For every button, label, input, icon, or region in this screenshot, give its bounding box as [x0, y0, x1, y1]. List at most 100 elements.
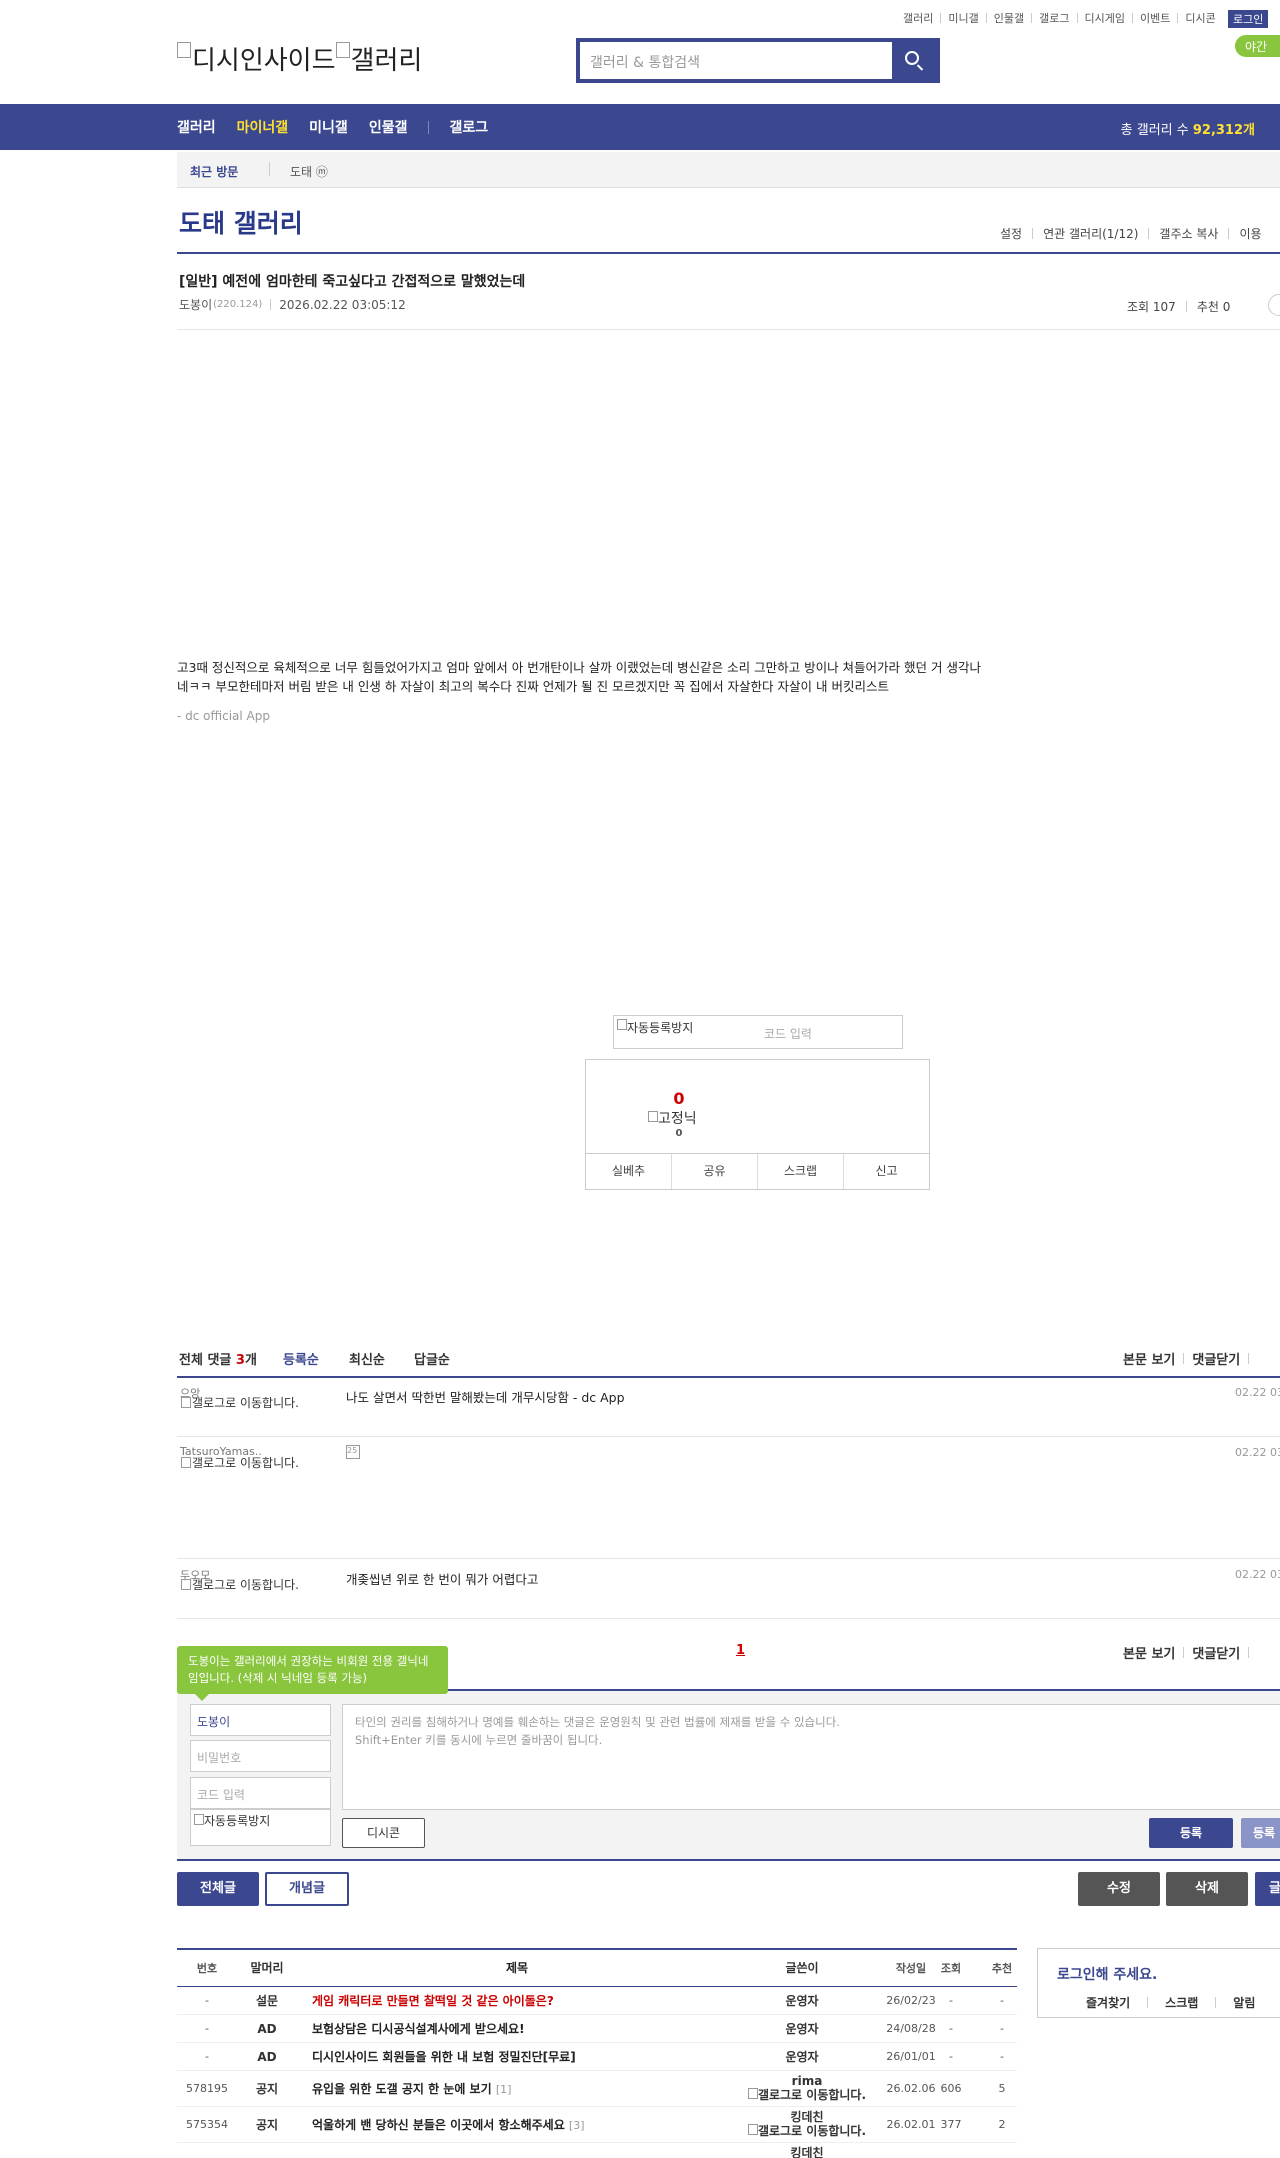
captcha-input[interactable]: 코드 입력: [764, 1025, 812, 1042]
comment-total-unit: 개: [244, 1353, 257, 1368]
report-button[interactable]: 신고: [843, 1154, 929, 1189]
col-head: 말머리: [250, 1961, 284, 1975]
write-post-button[interactable]: 글: [1255, 1872, 1280, 1906]
tab-sort-latest[interactable]: 최신순: [349, 1349, 385, 1368]
row-title[interactable]: 억울하게 밴 당하신 분들은 이곳에서 항소해주세요 [3]: [312, 2107, 585, 2144]
close-comments-button[interactable]: 댓글닫기: [1192, 1349, 1240, 1368]
nav-gallog[interactable]: 갤로그: [449, 117, 488, 137]
comment-footer-links: 본문 보기 댓글닫기: [1123, 1643, 1257, 1662]
row-recommends: -: [1000, 1994, 1004, 2007]
password-field[interactable]: 비밀번호: [190, 1740, 331, 1772]
close-comments-button[interactable]: 댓글닫기: [1192, 1643, 1240, 1662]
captcha-code-field[interactable]: 코드 입력: [190, 1777, 331, 1809]
dccon-button[interactable]: 디시콘: [342, 1818, 425, 1848]
site-logo[interactable]: 디시인사이드 갤러리: [177, 40, 422, 77]
login-prompt[interactable]: 로그인해 주세요.: [1057, 1964, 1157, 1984]
textarea-placeholder-line: 타인의 권리를 침해하거나 명예를 훼손하는 댓글은 운영원칙 및 관련 법률에…: [355, 1715, 840, 1729]
total-label: 총 갤러리 수: [1120, 123, 1189, 138]
submit-comment-button[interactable]: 등록: [1149, 1818, 1233, 1848]
col-title: 제목: [505, 1961, 529, 1975]
tab-sort-replies[interactable]: 답글순: [414, 1349, 450, 1368]
recent-visit-bar: 최근 방문 도태 ⓜ: [177, 152, 1280, 188]
table-row[interactable]: - AD 디시인사이드 회원들을 위한 내 보험 정밀진단[무료] 운영자 26…: [177, 2043, 1017, 2071]
related-galleries[interactable]: 연관 갤러리(1/12): [1043, 225, 1138, 242]
gallog-link-text: 갤로그로 이동합니다.: [757, 2088, 867, 2102]
top-link-minigal[interactable]: 미니갤: [948, 10, 978, 26]
row-title[interactable]: 디시인사이드 회원들을 위한 내 보험 정밀진단[무료]: [312, 2043, 576, 2071]
comment-total-count: 3: [235, 1353, 245, 1368]
row-title-text: 억울하게 밴 당하신 분들은 이곳에서 항소해주세요: [312, 2118, 565, 2132]
more-options-button[interactable]: [1268, 294, 1280, 316]
table-row[interactable]: 킹데친: [177, 2143, 1017, 2158]
post-recommends: 추천 0: [1196, 300, 1231, 314]
nav-minor-gallery[interactable]: 마이너갤: [237, 117, 289, 137]
recommend-count: 0: [673, 1089, 685, 1108]
nav-gallery[interactable]: 갤러리: [177, 117, 216, 137]
total-value: 92,312개: [1192, 123, 1255, 138]
night-mode-button[interactable]: 야간 모: [1235, 35, 1280, 71]
view-post-button[interactable]: 본문 보기: [1123, 1349, 1175, 1368]
top-links: 갤러리 미니갤 인물갤 갤로그 디시게임 이벤트 디시콘: [903, 10, 1216, 26]
top-link-event[interactable]: 이벤트: [1140, 10, 1170, 26]
scrap-link[interactable]: 스크랩: [1165, 1994, 1198, 2011]
top-link-gallog[interactable]: 갤로그: [1039, 10, 1069, 26]
post-body-line: 네ㅋㅋ 부모한테마저 버림 받은 내 인생 하 자살이 최고의 복수다 진짜 언…: [177, 679, 889, 694]
row-number: 575354: [186, 2118, 228, 2131]
gallog-link-text: 갤로그로 이동합니다.: [757, 2124, 867, 2138]
gallog-link[interactable]: 갤로그로 이동합니다.: [181, 1397, 309, 1410]
scrap-button[interactable]: 스크랩: [757, 1154, 843, 1189]
row-recommends: -: [1000, 2022, 1004, 2035]
col-number: 번호: [196, 1962, 218, 1975]
submit-comment-button-secondary[interactable]: 등록: [1241, 1818, 1280, 1848]
gallery-title[interactable]: 도태 갤러리: [179, 204, 303, 240]
captcha-alt: 자동등록방지: [627, 1021, 694, 1035]
top-link-gallery[interactable]: 갤러리: [903, 10, 933, 26]
gallog-link-text: 갤로그로 이동합니다.: [192, 1456, 299, 1470]
nav-person-gallery[interactable]: 인물갤: [369, 117, 408, 137]
login-button[interactable]: 로그인: [1228, 10, 1269, 28]
top-link-person[interactable]: 인물갤: [994, 10, 1024, 26]
table-row[interactable]: 578195 공지 유입을 위한 도갤 공지 한 눈에 보기 [1] rima 갤…: [177, 2071, 1017, 2107]
top-link-dccon[interactable]: 디시콘: [1185, 10, 1215, 26]
real-best-recommend-button[interactable]: 실베추: [586, 1154, 671, 1189]
concept-posts-button[interactable]: 개념글: [265, 1872, 349, 1906]
col-recommends: 추천: [991, 1962, 1013, 1975]
delete-button[interactable]: 삭제: [1166, 1872, 1248, 1906]
logo-text: 디시인사이드: [192, 46, 336, 76]
table-row[interactable]: - AD 보험상담은 디시공식설계사에게 받으세요! 운영자 24/08/28 …: [177, 2015, 1017, 2043]
comment-date: 02.22 03: [1235, 1386, 1280, 1399]
view-post-button[interactable]: 본문 보기: [1123, 1643, 1175, 1662]
gallog-link[interactable]: 갤로그로 이동합니다.: [181, 1457, 309, 1470]
favorites-link[interactable]: 즐겨찾기: [1086, 1994, 1130, 2011]
nav-divider: [428, 120, 430, 134]
comment-item: 두오모 갤로그로 이동합니다. 개좆씹년 위로 한 번이 뭐가 어렵다고 02.…: [177, 1560, 1280, 1619]
gallery-settings[interactable]: 설정: [1000, 225, 1022, 242]
row-title[interactable]: 유입을 위한 도갤 공지 한 눈에 보기 [1]: [312, 2071, 511, 2108]
post-author[interactable]: 도봉이: [179, 296, 212, 313]
notification-link[interactable]: 알림: [1233, 1994, 1255, 2011]
gallog-link[interactable]: 갤로그로 이동합니다.: [181, 1579, 309, 1592]
nickname-field[interactable]: 도봉이: [190, 1704, 331, 1736]
row-title[interactable]: 보험상담은 디시공식설계사에게 받으세요!: [312, 2015, 525, 2043]
edit-button[interactable]: 수정: [1078, 1872, 1160, 1906]
nav-mini-gallery[interactable]: 미니갤: [309, 117, 348, 137]
gallery-menu: 설정 연관 갤러리(1/12) 갤주소 복사 이용: [1000, 225, 1262, 242]
table-row[interactable]: - 설문 게임 캐릭터로 만들면 찰떡일 것 같은 아이돌은? 운영자 26/0…: [177, 1987, 1017, 2015]
all-posts-button[interactable]: 전체글: [177, 1872, 259, 1906]
recommend-box: 0 고정닉 0 실베추 공유 스크랩 신고: [585, 1059, 930, 1190]
comment-page-current[interactable]: 1: [736, 1643, 745, 1658]
recent-visit-item[interactable]: 도태 ⓜ: [290, 163, 328, 180]
row-title[interactable]: 게임 캐릭터로 만들면 찰떡일 것 같은 아이돌은?: [312, 1987, 554, 2015]
post-body-line: 고3때 정신적으로 육체적으로 너무 힘들었어가지고 엄마 앞에서 아 번개탄이…: [177, 660, 981, 675]
row-writer[interactable]: 킹데친: [722, 2146, 892, 2158]
search-input[interactable]: 갤러리 & 통합검색: [590, 52, 700, 72]
table-row[interactable]: 575354 공지 억울하게 밴 당하신 분들은 이곳에서 항소해주세요 [3]…: [177, 2107, 1017, 2143]
divider: [177, 252, 1280, 254]
gallery-usage[interactable]: 이용: [1239, 225, 1261, 242]
top-link-dcgame[interactable]: 디시게임: [1085, 10, 1125, 26]
copy-gallery-url[interactable]: 갤주소 복사: [1159, 225, 1218, 242]
search-button[interactable]: [892, 42, 936, 79]
share-button[interactable]: 공유: [671, 1154, 757, 1189]
tab-sort-registered[interactable]: 등록순: [283, 1349, 319, 1368]
comment-textarea[interactable]: 타인의 권리를 침해하거나 명예를 훼손하는 댓글은 운영원칙 및 관련 법률에…: [342, 1704, 1280, 1810]
